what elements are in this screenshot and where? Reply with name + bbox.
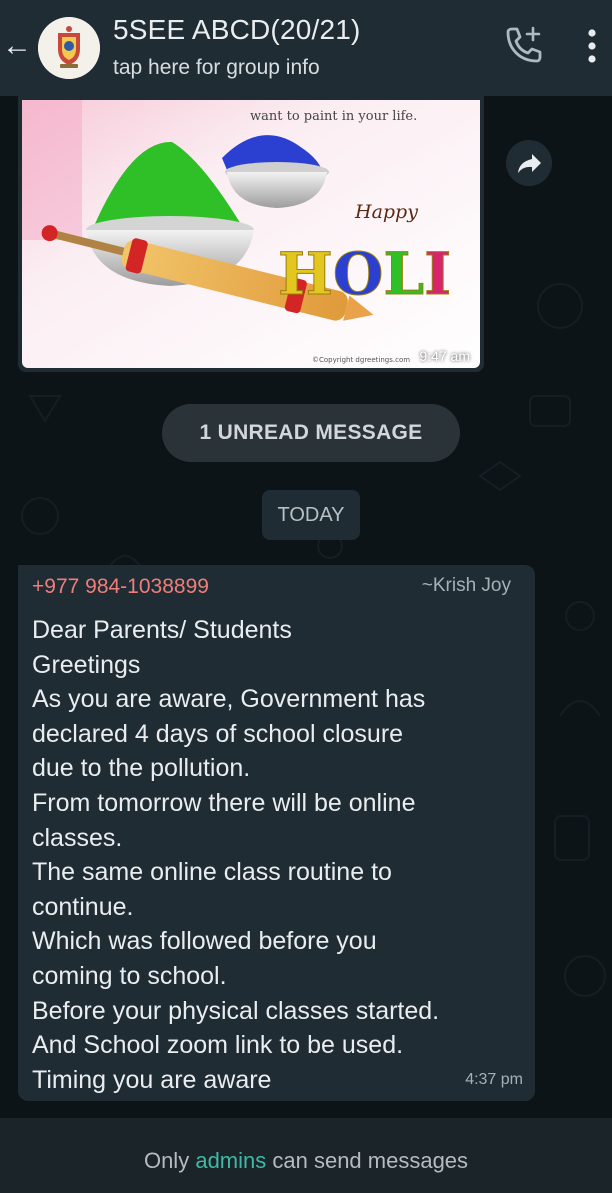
admins-only-notice: Only admins can send messages — [0, 1118, 612, 1193]
more-vert-icon[interactable] — [585, 26, 599, 66]
message-line: coming to school. — [32, 961, 227, 990]
group-avatar[interactable] — [38, 17, 100, 79]
message-line: Before your physical classes started. — [32, 996, 440, 1025]
message-line: classes. — [32, 823, 123, 852]
unread-messages-banner: 1 UNREAD MESSAGE — [162, 404, 460, 462]
chat-header: ← 5SEE ABCD(20/21) tap here for group in… — [0, 0, 612, 96]
message-time: 4:37 pm — [465, 1071, 523, 1088]
message-line: Which was followed before you — [32, 927, 377, 956]
group-info-link[interactable]: tap here for group info — [113, 56, 320, 80]
notice-prefix: Only — [143, 1148, 190, 1173]
image-message-bubble[interactable]: want to paint in your life. Happy HOLI ©… — [18, 96, 484, 372]
message-line: As you are aware, Government has — [32, 685, 426, 714]
message-line: Dear Parents/ Students — [32, 616, 292, 644]
group-title[interactable]: 5SEE ABCD(20/21) — [113, 14, 361, 46]
chat-area[interactable]: want to paint in your life. Happy HOLI ©… — [0, 96, 612, 1118]
text-message-bubble[interactable]: +977 984-1038899 ~Krish Joy Dear Parents… — [18, 565, 535, 1101]
notice-suffix: can send messages — [272, 1148, 469, 1173]
holi-greeting-image[interactable]: want to paint in your life. Happy HOLI ©… — [22, 100, 480, 368]
message-line: declared 4 days of school closure — [32, 719, 404, 748]
date-divider: TODAY — [262, 490, 360, 540]
message-line: And School zoom link to be used. — [32, 1031, 404, 1060]
message-body: Dear Parents/ Students Greetings As you ar… — [32, 613, 532, 1097]
sender-name: ~Krish Joy — [421, 575, 511, 596]
sender-phone[interactable]: +977 984-1038899 — [32, 575, 209, 599]
image-tagline: want to paint in your life. — [250, 109, 417, 124]
share-icon — [518, 154, 541, 173]
message-line: From tomorrow there will be online — [32, 788, 416, 817]
add-call-icon[interactable] — [500, 24, 544, 68]
forward-button[interactable] — [506, 140, 552, 186]
back-arrow-icon[interactable]: ← — [0, 28, 34, 64]
message-line: continue. — [32, 892, 134, 921]
image-holi-text: HOLI — [278, 240, 451, 308]
message-line: Timing you are aware — [32, 1065, 272, 1094]
admins-link[interactable]: admins — [195, 1148, 266, 1173]
image-copyright: ©Copyright dgreetings.com — [312, 356, 410, 364]
school-crest-icon — [38, 17, 100, 79]
image-message-time: 9:47 am — [419, 348, 470, 364]
message-line: Greetings — [32, 650, 141, 679]
message-line: The same online class routine to — [32, 858, 392, 887]
image-happy-text: Happy — [354, 201, 418, 223]
message-line: due to the pollution. — [32, 754, 251, 783]
